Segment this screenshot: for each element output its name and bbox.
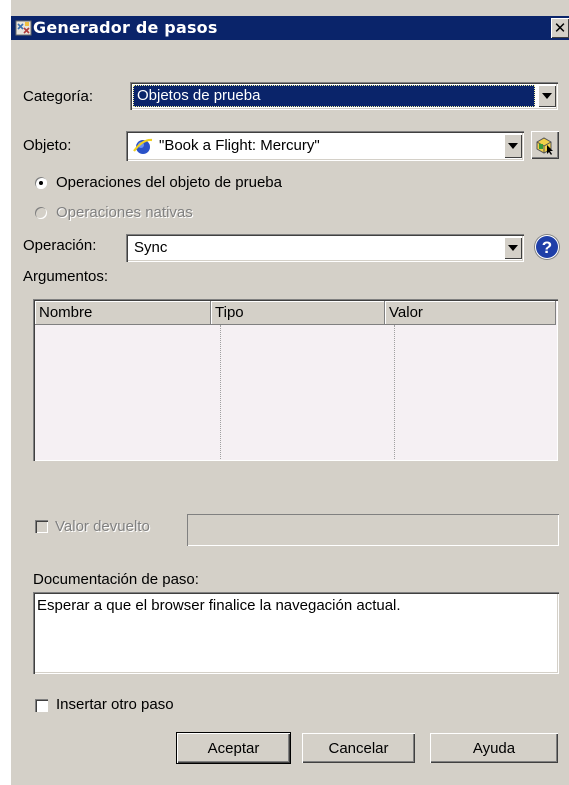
documentation-textarea[interactable]: Esperar a que el browser finalice la nav… [33, 592, 559, 674]
category-value: Objetos de prueba [133, 85, 535, 107]
arguments-table[interactable]: Nombre Tipo Valor [33, 299, 558, 461]
cancel-button[interactable]: Cancelar [302, 733, 415, 763]
chevron-down-icon [508, 143, 518, 149]
help-icon: ? [536, 236, 558, 258]
category-label: Categoría: [23, 88, 94, 105]
return-value-checkbox[interactable] [35, 520, 48, 533]
radio-native-ops-label[interactable]: Operaciones nativas [56, 204, 193, 221]
column-header-name[interactable]: Nombre [35, 301, 211, 325]
operation-help-button[interactable]: ? [534, 234, 560, 260]
documentation-label: Documentación de paso: [33, 571, 199, 588]
object-select[interactable]: "Book a Flight: Mercury" [126, 131, 524, 161]
operation-label: Operación: [23, 237, 97, 254]
operation-value: Sync [134, 239, 168, 256]
insert-another-label[interactable]: Insertar otro paso [56, 696, 174, 713]
category-select[interactable]: Objetos de prueba [130, 82, 558, 110]
object-label: Objeto: [23, 137, 72, 154]
object-value: "Book a Flight: Mercury" [159, 137, 320, 154]
operation-select[interactable]: Sync [126, 234, 524, 262]
step-generator-dialog: Generador de pasos ✕ Categoría: Objetos … [11, 0, 569, 785]
svg-text:?: ? [542, 238, 552, 257]
chevron-down-icon [508, 245, 518, 251]
category-dropdown-button[interactable] [538, 85, 556, 107]
return-value-label[interactable]: Valor devuelto [55, 518, 150, 535]
radio-test-object-ops-label[interactable]: Operaciones del objeto de prueba [56, 174, 282, 191]
title-bar: Generador de pasos [11, 16, 569, 40]
select-object-button[interactable] [531, 131, 559, 159]
column-header-type[interactable]: Tipo [211, 301, 385, 325]
arguments-label: Argumentos: [23, 268, 109, 285]
operation-dropdown-button[interactable] [504, 237, 522, 259]
column-header-value[interactable]: Valor [385, 301, 556, 325]
window-title: Generador de pasos [33, 18, 218, 37]
return-value-field[interactable] [187, 514, 559, 546]
table-header: Nombre Tipo Valor [35, 301, 556, 325]
radio-test-object-ops[interactable] [35, 177, 47, 189]
close-icon: ✕ [553, 20, 567, 37]
insert-another-checkbox[interactable] [35, 699, 48, 712]
chevron-down-icon [542, 93, 552, 99]
object-dropdown-button[interactable] [504, 134, 522, 158]
column-divider [394, 325, 395, 459]
browser-globe-icon [133, 138, 153, 154]
object-picker-icon [536, 137, 553, 155]
ok-button[interactable]: Aceptar [177, 733, 290, 763]
help-button[interactable]: Ayuda [430, 733, 558, 763]
radio-native-ops[interactable] [35, 207, 47, 219]
documentation-text: Esperar a que el browser finalice la nav… [37, 597, 401, 614]
step-generator-icon [15, 20, 32, 36]
close-button[interactable]: ✕ [551, 18, 569, 38]
column-divider [220, 325, 221, 459]
